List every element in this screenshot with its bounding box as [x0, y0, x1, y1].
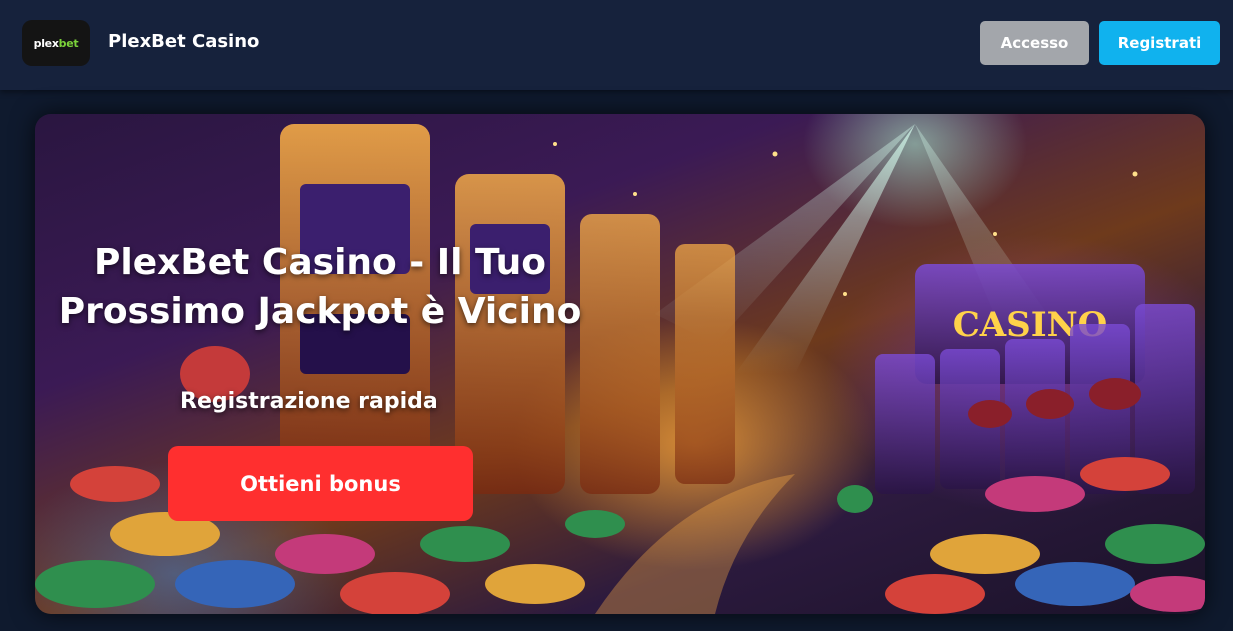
- login-button[interactable]: Accesso: [980, 21, 1089, 65]
- slot-machine: [875, 354, 935, 494]
- stool: [1089, 378, 1141, 410]
- get-bonus-button[interactable]: Ottieni bonus: [168, 446, 473, 521]
- hero-subtitle: Registrazione rapida: [180, 389, 438, 414]
- stool: [968, 400, 1012, 428]
- brand-name: PlexBet Casino: [108, 31, 260, 52]
- register-button[interactable]: Registrati: [1099, 21, 1220, 65]
- top-header: plexbet PlexBet Casino Accesso Registrat…: [0, 0, 1233, 90]
- hero-banner: CASINO PlexBet Casino - Il Tuo Prossimo …: [35, 114, 1205, 614]
- slot-machine: [675, 244, 735, 484]
- stool: [1026, 389, 1074, 419]
- floor-glow: [595, 474, 795, 614]
- brand-logo[interactable]: plexbet: [22, 20, 90, 66]
- hero-title: PlexBet Casino - Il Tuo Prossimo Jackpot…: [58, 242, 582, 332]
- logo-text: plexbet: [33, 36, 79, 50]
- casino-illustration: CASINO: [35, 124, 1205, 614]
